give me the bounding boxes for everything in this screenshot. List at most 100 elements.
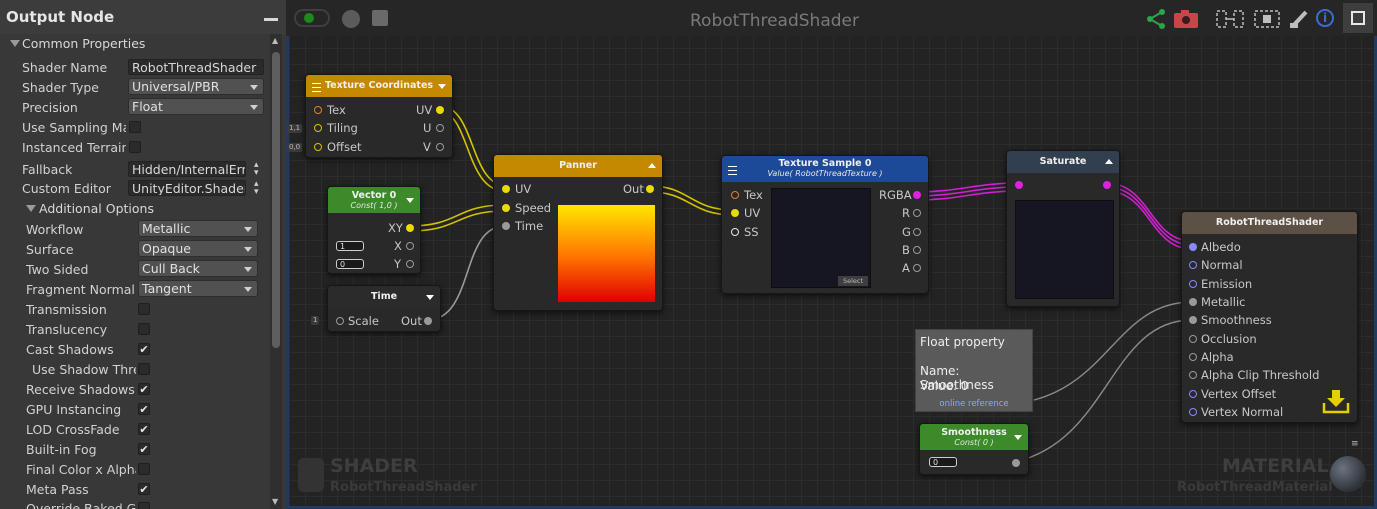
smoothness-label: Smoothness [1201, 313, 1272, 327]
offset-input-label: Offset [327, 140, 362, 154]
v-output-label: V [423, 140, 431, 154]
tex-sample-tex-port[interactable] [731, 191, 739, 199]
vertex-normal-port[interactable] [1189, 408, 1197, 416]
panner-uv-port[interactable] [502, 185, 510, 193]
vertex-normal-label: Vertex Normal [1201, 405, 1284, 419]
panner-node[interactable]: Panner UV Speed Time Out [493, 154, 663, 311]
time-node[interactable]: Time Scale Out [327, 285, 441, 332]
time-title: Time [370, 291, 398, 302]
g-output-label: G [902, 225, 911, 239]
a-output-label: A [902, 261, 910, 275]
tooltip-title: Float property [920, 335, 1005, 349]
output-node-header[interactable]: RobotThreadShader [1182, 212, 1357, 234]
vector-x-input[interactable]: 1 [336, 241, 364, 251]
smoothness-header[interactable]: Smoothness Const( 0 ) [920, 424, 1028, 450]
vector0-node[interactable]: Vector 0 Const( 1,0 ) XY 1 X 0 Y [327, 186, 421, 274]
saturate-node[interactable]: Saturate [1006, 150, 1120, 307]
scale-value-tag[interactable]: 1 [311, 316, 320, 325]
property-tooltip: Float property Name: Smoothness Value: 0… [915, 329, 1033, 412]
u-output-label: U [423, 121, 432, 135]
a-output-port[interactable] [913, 264, 921, 272]
rgba-output-port[interactable] [913, 191, 921, 199]
panner-header[interactable]: Panner [494, 155, 662, 177]
menu-icon[interactable] [728, 166, 737, 175]
robot-thread-shader-output-node[interactable]: RobotThreadShader Albedo Normal Emission… [1181, 211, 1358, 423]
watermark-material-name: RobotThreadMaterial [1177, 480, 1333, 495]
watermark-material-label: MATERIAL [1222, 455, 1329, 477]
tiling-value-tag[interactable]: 1,1 [287, 124, 303, 133]
smoothness-value-input[interactable]: 0 [929, 457, 957, 467]
xy-output-port[interactable] [406, 224, 414, 232]
alpha-port[interactable] [1189, 353, 1197, 361]
texture-select-button[interactable]: Select [838, 276, 868, 286]
occlusion-port[interactable] [1189, 335, 1197, 343]
smoothness-node[interactable]: Smoothness Const( 0 ) 0 [919, 423, 1029, 475]
chevron-down-icon[interactable] [406, 198, 414, 203]
saturate-header[interactable]: Saturate [1007, 151, 1119, 173]
panner-time-label: Time [515, 219, 544, 233]
offset-value-tag[interactable]: 0,0 [287, 143, 303, 152]
texture-sample-node[interactable]: Texture Sample 0 Value( RobotThreadTextu… [721, 155, 929, 294]
panner-out-label: Out [623, 182, 644, 196]
output-node-title: RobotThreadShader [1215, 217, 1324, 228]
saturate-title: Saturate [1039, 156, 1087, 167]
x-output-port[interactable] [406, 242, 414, 250]
texture-coordinates-header[interactable]: Texture Coordinates [306, 75, 452, 97]
normal-port[interactable] [1189, 261, 1197, 269]
b-output-port[interactable] [913, 246, 921, 254]
download-icon[interactable] [1322, 388, 1350, 414]
r-output-port[interactable] [913, 209, 921, 217]
chevron-down-icon[interactable] [1014, 435, 1022, 440]
watermark-shader-label: SHADER [330, 455, 418, 477]
u-output-port[interactable] [436, 124, 444, 132]
panner-speed-label: Speed [515, 201, 552, 215]
vertex-offset-label: Vertex Offset [1201, 387, 1277, 401]
y-output-port[interactable] [406, 260, 414, 268]
metallic-label: Metallic [1201, 295, 1246, 309]
panner-speed-port[interactable] [502, 204, 510, 212]
menu-icon[interactable] [312, 83, 321, 92]
time-output-port[interactable] [424, 317, 432, 325]
emission-label: Emission [1201, 277, 1253, 291]
texture-sample-header[interactable]: Texture Sample 0 Value( RobotThreadTextu… [722, 156, 928, 182]
smoothness-output-port[interactable] [1012, 459, 1020, 467]
tex-sample-tex-label: Tex [744, 188, 763, 202]
vertex-offset-port[interactable] [1189, 390, 1197, 398]
smoothness-title: Smoothness [941, 427, 1007, 438]
options-icon[interactable]: ≡ [1351, 439, 1359, 449]
g-output-port[interactable] [913, 228, 921, 236]
chevron-down-icon[interactable] [438, 84, 446, 89]
tiling-input-port[interactable] [314, 124, 322, 132]
online-reference-link[interactable]: online reference [916, 399, 1032, 409]
saturate-output-port[interactable] [1103, 181, 1111, 189]
texture-coordinates-node[interactable]: Texture Coordinates Tex Tiling Offset UV… [305, 74, 453, 158]
metallic-port[interactable] [1189, 298, 1197, 306]
xy-output-label: XY [388, 221, 403, 235]
panner-out-port[interactable] [646, 185, 654, 193]
tex-input-port[interactable] [314, 106, 322, 114]
occlusion-label: Occlusion [1201, 332, 1257, 346]
chevron-up-icon[interactable] [648, 163, 656, 168]
v-output-port[interactable] [436, 143, 444, 151]
scale-input-port[interactable] [336, 317, 344, 325]
offset-input-port[interactable] [314, 143, 322, 151]
uv-output-port[interactable] [436, 106, 444, 114]
smoothness-port[interactable] [1189, 316, 1197, 324]
albedo-port[interactable] [1189, 243, 1197, 251]
vector-y-input[interactable]: 0 [336, 259, 364, 269]
time-header[interactable]: Time [328, 286, 440, 308]
panner-title: Panner [559, 160, 597, 171]
alpha-clip-threshold-label: Alpha Clip Threshold [1201, 368, 1320, 382]
tex-sample-uv-port[interactable] [731, 209, 739, 217]
smoothness-subtitle: Const( 0 ) [954, 438, 994, 447]
emission-port[interactable] [1189, 280, 1197, 288]
alpha-clip-threshold-port[interactable] [1189, 371, 1197, 379]
texture-sample-title: Texture Sample 0 [778, 158, 872, 169]
texture-coordinates-title: Texture Coordinates [324, 80, 434, 91]
chevron-down-icon[interactable] [426, 295, 434, 300]
chevron-up-icon[interactable] [1105, 159, 1113, 164]
panner-time-port[interactable] [502, 222, 510, 230]
saturate-input-port[interactable] [1015, 181, 1023, 189]
scale-input-label: Scale [348, 314, 379, 328]
tex-sample-ss-port[interactable] [731, 228, 739, 236]
